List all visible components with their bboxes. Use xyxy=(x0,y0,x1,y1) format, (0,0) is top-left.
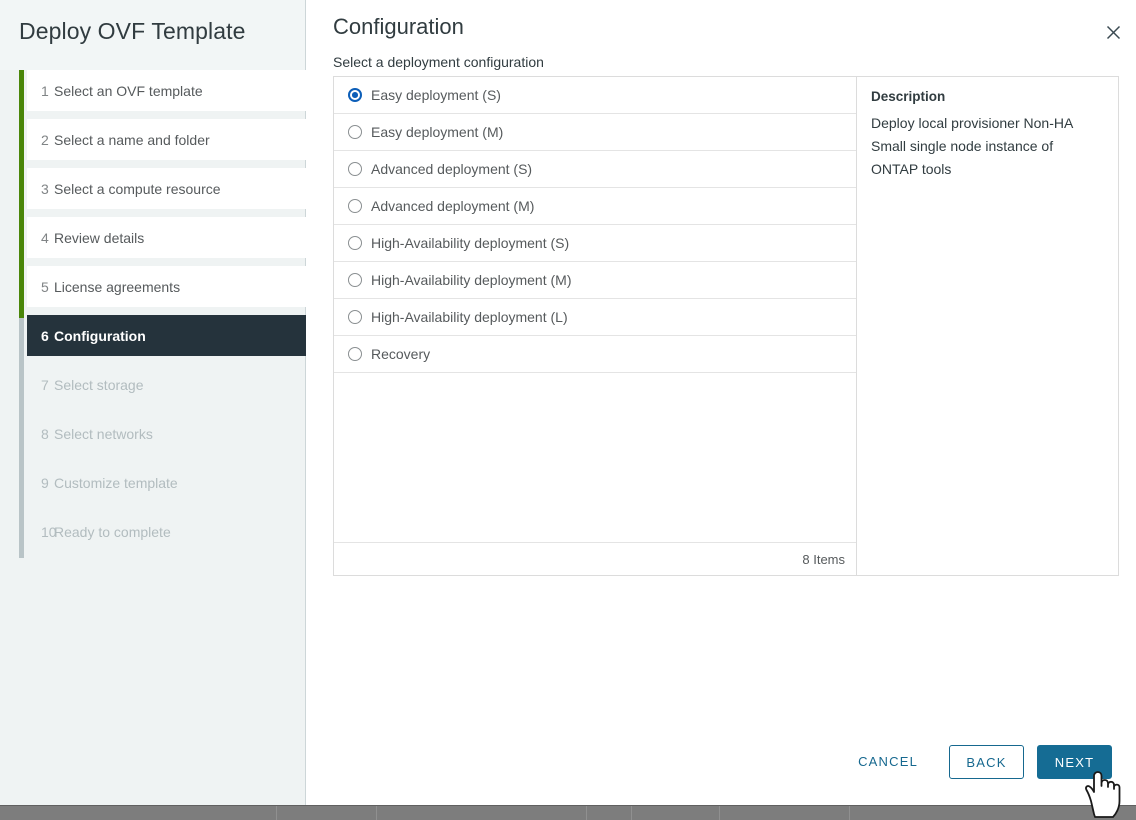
description-line: ONTAP tools xyxy=(871,161,952,177)
sidebar-step-3[interactable]: 3 Select a compute resource xyxy=(27,168,306,209)
description-line: Small single node instance of xyxy=(871,138,1054,154)
step-progress-rail xyxy=(19,70,24,558)
radio-unselected-icon[interactable] xyxy=(348,310,362,324)
configuration-option-row[interactable]: High-Availability deployment (S) xyxy=(334,225,856,262)
sidebar-header: Deploy OVF Template xyxy=(0,0,305,70)
taskbar-item[interactable] xyxy=(277,806,377,820)
sidebar-step-label: Select an OVF template xyxy=(54,82,203,99)
radio-unselected-icon[interactable] xyxy=(348,236,362,250)
description-title: Description xyxy=(871,89,946,104)
sidebar-step-10: 10 Ready to complete xyxy=(27,511,306,552)
page-title: Configuration xyxy=(333,14,464,39)
taskbar-item[interactable] xyxy=(377,806,587,820)
radio-unselected-icon[interactable] xyxy=(348,199,362,213)
sidebar-step-label: Review details xyxy=(54,229,145,246)
sidebar-step-label: Select a compute resource xyxy=(54,180,221,197)
description-line: Deploy local provisioner Non-HA xyxy=(871,115,1074,131)
configuration-option-label: Recovery xyxy=(371,346,431,362)
sidebar-step-9: 9 Customize template xyxy=(27,462,306,503)
description-column: Description Deploy local provisioner Non… xyxy=(857,77,1118,575)
radio-unselected-icon[interactable] xyxy=(348,347,362,361)
wizard-sidebar: Deploy OVF Template 1 Select an OVF templ… xyxy=(0,0,306,805)
radio-selected-icon[interactable] xyxy=(348,88,362,102)
os-taskbar xyxy=(0,805,1136,820)
taskbar-item[interactable] xyxy=(632,806,720,820)
wizard-footer: CANCEL BACK NEXT xyxy=(307,737,1136,787)
wizard-content: Configuration Select a deployment config… xyxy=(307,0,1136,805)
configuration-option-row[interactable]: Easy deployment (M) xyxy=(334,114,856,151)
radio-unselected-icon[interactable] xyxy=(348,273,362,287)
sidebar-step-label: Ready to complete xyxy=(54,523,171,540)
configuration-option-label: High-Availability deployment (M) xyxy=(371,272,572,288)
taskbar-item[interactable] xyxy=(587,806,632,820)
step-progress-fill xyxy=(19,70,24,318)
sidebar-step-label: License agreements xyxy=(54,278,181,295)
sidebar-step-number: 4 xyxy=(41,229,49,246)
taskbar-item[interactable] xyxy=(720,806,850,820)
close-button[interactable] xyxy=(1099,18,1127,46)
list-empty-area xyxy=(334,373,856,542)
taskbar-item[interactable] xyxy=(0,806,277,820)
sidebar-step-number: 9 xyxy=(41,474,49,491)
configuration-list-column: Easy deployment (S) Easy deployment (M) Ad… xyxy=(334,77,857,575)
sidebar-step-7: 7 Select storage xyxy=(27,364,306,405)
cancel-button[interactable]: CANCEL xyxy=(840,745,936,779)
sidebar-step-label: Configuration xyxy=(54,327,146,344)
sidebar-step-number: 8 xyxy=(41,425,49,442)
configuration-option-row[interactable]: High-Availability deployment (M) xyxy=(334,262,856,299)
configuration-option-row[interactable]: Recovery xyxy=(334,336,856,373)
sidebar-step-2[interactable]: 2 Select a name and folder xyxy=(27,119,306,160)
section-label: Select a deployment configuration xyxy=(333,54,544,70)
sidebar-step-number: 3 xyxy=(41,180,49,197)
configuration-option-row[interactable]: High-Availability deployment (L) xyxy=(334,299,856,336)
configuration-option-row[interactable]: Advanced deployment (S) xyxy=(334,151,856,188)
configuration-option-row[interactable]: Easy deployment (S) xyxy=(334,77,856,114)
taskbar-item[interactable] xyxy=(850,806,1040,820)
sidebar-step-6[interactable]: 6 Configuration xyxy=(27,315,306,356)
sidebar-step-label: Select networks xyxy=(54,425,153,442)
configuration-option-label: Advanced deployment (S) xyxy=(371,161,533,177)
sidebar-step-number: 2 xyxy=(41,131,49,148)
sidebar-step-number: 6 xyxy=(41,327,49,344)
item-count-label: 8 Items xyxy=(802,551,845,567)
configuration-option-label: Easy deployment (S) xyxy=(371,87,501,103)
radio-unselected-icon[interactable] xyxy=(348,125,362,139)
sidebar-step-number: 5 xyxy=(41,278,49,295)
sidebar-step-8: 8 Select networks xyxy=(27,413,306,454)
configuration-option-label: Advanced deployment (M) xyxy=(371,198,535,214)
sidebar-step-5[interactable]: 5 License agreements xyxy=(27,266,306,307)
sidebar-step-number: 1 xyxy=(41,82,49,99)
sidebar-step-number: 7 xyxy=(41,376,49,393)
next-button[interactable]: NEXT xyxy=(1037,745,1112,779)
sidebar-step-number: 10 xyxy=(41,523,57,540)
sidebar-step-4[interactable]: 4 Review details xyxy=(27,217,306,258)
description-body: Deploy local provisioner Non-HA Small sin… xyxy=(871,112,1102,181)
sidebar-step-label: Customize template xyxy=(54,474,178,491)
sidebar-step-1[interactable]: 1 Select an OVF template xyxy=(27,70,306,111)
configuration-option-list: Easy deployment (S) Easy deployment (M) Ad… xyxy=(334,77,856,373)
sidebar-step-label: Select storage xyxy=(54,376,144,393)
list-footer: 8 Items xyxy=(334,542,856,575)
sidebar-step-label: Select a name and folder xyxy=(54,131,210,148)
radio-unselected-icon[interactable] xyxy=(348,162,362,176)
wizard-title: Deploy OVF Template xyxy=(19,18,246,44)
configuration-option-row[interactable]: Advanced deployment (M) xyxy=(334,188,856,225)
close-icon xyxy=(1106,25,1120,39)
configuration-option-label: High-Availability deployment (L) xyxy=(371,309,568,325)
back-button[interactable]: BACK xyxy=(949,745,1024,779)
configuration-option-label: Easy deployment (M) xyxy=(371,124,504,140)
deploy-ovf-template-wizard: Deploy OVF Template 1 Select an OVF templ… xyxy=(0,0,1136,805)
configuration-panel: Easy deployment (S) Easy deployment (M) Ad… xyxy=(333,76,1119,576)
configuration-option-label: High-Availability deployment (S) xyxy=(371,235,570,251)
